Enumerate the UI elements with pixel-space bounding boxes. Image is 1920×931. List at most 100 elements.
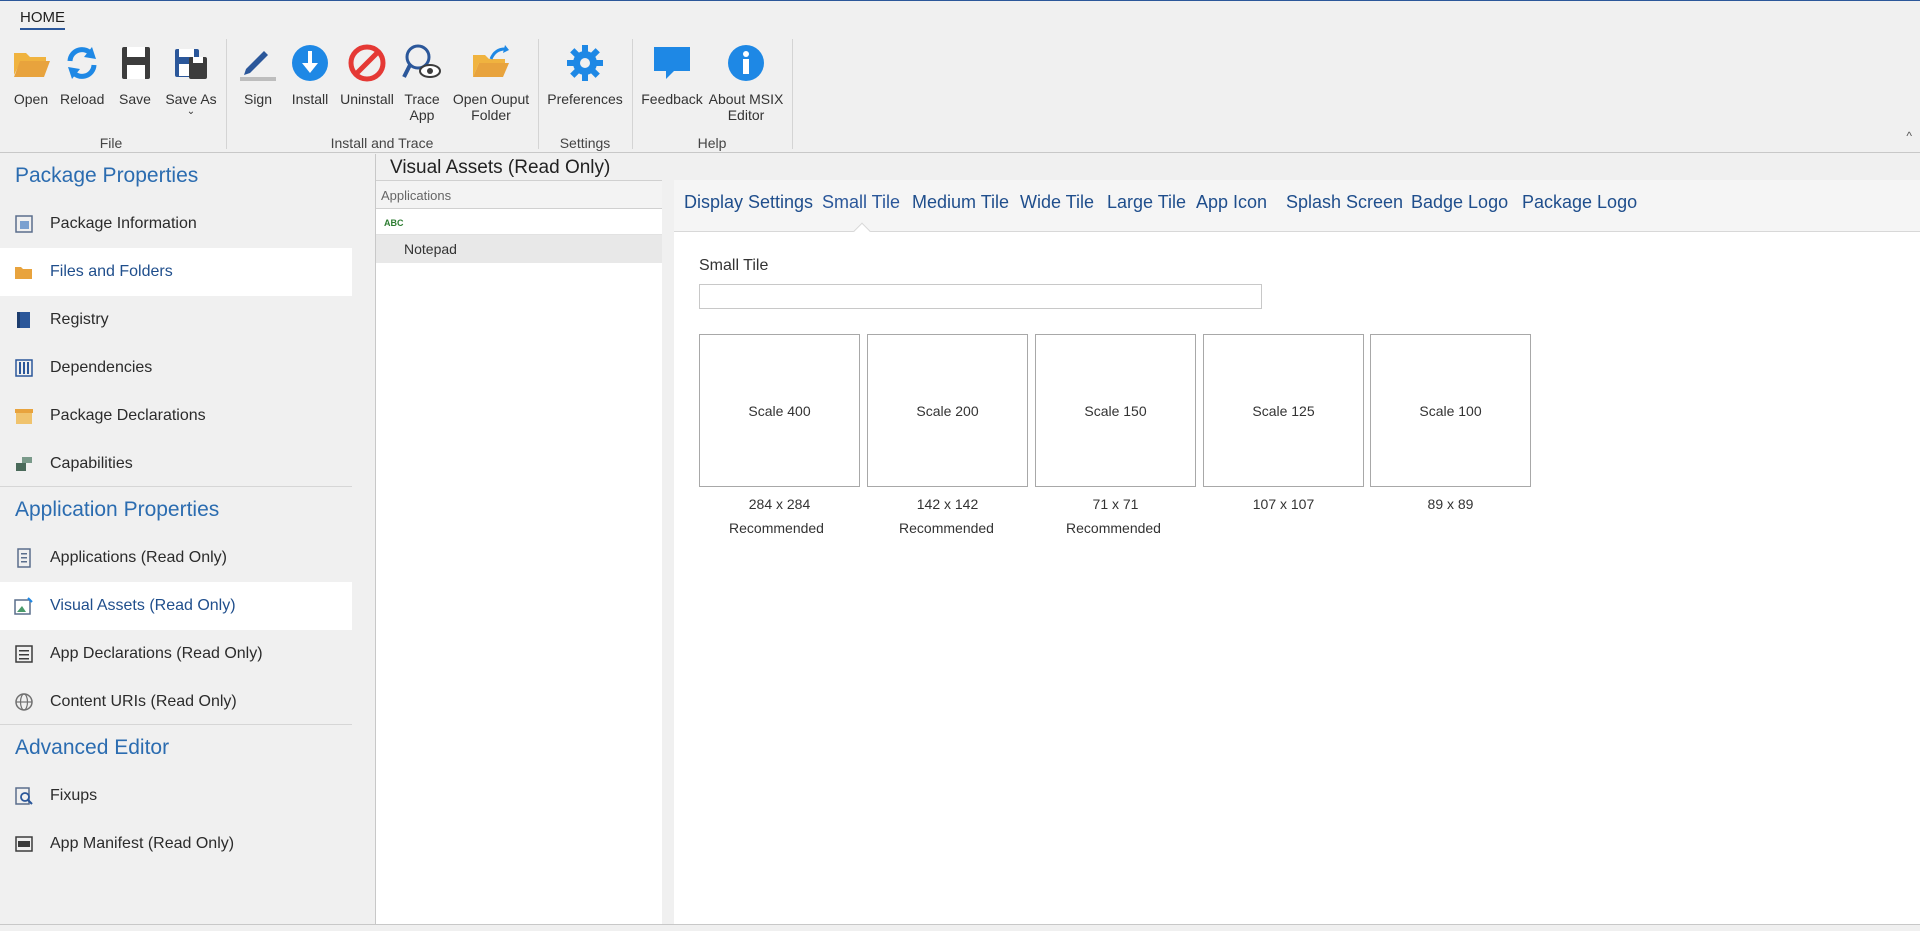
- globe-icon: [15, 693, 33, 711]
- trace-app-label-line2: App: [409, 107, 435, 123]
- section-package-properties: Package Properties: [15, 164, 199, 187]
- reload-icon: [67, 47, 97, 79]
- nav-label: Files and Folders: [50, 263, 173, 280]
- about-label-line2: Editor: [727, 107, 765, 123]
- small-tile-label: Small Tile: [699, 257, 769, 274]
- tile-scale-125[interactable]: Scale 125: [1203, 334, 1364, 487]
- ribbon: HOME Open Reload Save Save As ⌄ Sign Ins…: [0, 0, 1920, 153]
- small-tile-path-field[interactable]: [699, 284, 1262, 309]
- nav-label: App Declarations (Read Only): [50, 645, 263, 662]
- group-label-settings: Settings: [559, 135, 611, 151]
- collapse-ribbon-icon[interactable]: ^: [1906, 129, 1912, 143]
- tab-display-settings[interactable]: Display Settings: [684, 192, 813, 213]
- nav-files-and-folders[interactable]: Files and Folders: [0, 248, 352, 296]
- nav-dependencies[interactable]: Dependencies: [0, 344, 352, 392]
- folder-icon: [15, 267, 32, 279]
- package-info-icon: [15, 215, 33, 233]
- preferences-label: Preferences: [547, 91, 623, 107]
- about-button[interactable]: About MSIX Editor: [708, 43, 784, 123]
- chevron-down-icon[interactable]: ⌄: [164, 107, 218, 117]
- nav-label: Package Information: [50, 215, 197, 232]
- open-output-label-line1: Open Ouput: [452, 91, 530, 107]
- magnifier-eye-icon: [402, 44, 441, 78]
- tile-recommended-label: Recommended: [1066, 520, 1161, 536]
- fixups-icon: [15, 787, 33, 805]
- tab-package-logo[interactable]: Package Logo: [1522, 192, 1637, 213]
- tab-small-tile[interactable]: Small Tile: [822, 192, 900, 213]
- visual-assets-panel: Display Settings Small Tile Medium Tile …: [674, 180, 1920, 924]
- nav-label: Capabilities: [50, 455, 133, 472]
- tile-size-label: 89 x 89: [1427, 496, 1474, 512]
- image-icon: [14, 597, 33, 615]
- preferences-button[interactable]: Preferences: [546, 43, 624, 107]
- feedback-label: Feedback: [641, 91, 703, 107]
- nav-label: App Manifest (Read Only): [50, 835, 235, 852]
- tile-scale-150[interactable]: Scale 150: [1035, 334, 1196, 487]
- tab-splash-screen[interactable]: Splash Screen: [1286, 192, 1403, 213]
- nav-label: Fixups: [50, 787, 98, 804]
- tab-wide-tile[interactable]: Wide Tile: [1020, 192, 1094, 213]
- folder-open-icon: [14, 53, 50, 77]
- save-as-button[interactable]: Save As ⌄: [164, 43, 218, 117]
- sign-label: Sign: [243, 91, 273, 107]
- reload-button[interactable]: Reload: [60, 43, 104, 107]
- nav-divider: [0, 724, 352, 725]
- save-label: Save: [119, 91, 151, 107]
- nav-label: Package Declarations: [50, 407, 206, 424]
- applications-icon: [17, 548, 31, 568]
- main-content: Visual Assets (Read Only) Applications A…: [375, 154, 1920, 924]
- ribbon-separator: [792, 39, 793, 149]
- tile-scale-100[interactable]: Scale 100: [1370, 334, 1531, 487]
- feedback-button[interactable]: Feedback: [640, 43, 704, 107]
- install-button[interactable]: Install: [288, 43, 332, 107]
- page-title: Visual Assets (Read Only): [390, 157, 611, 178]
- pen-icon: [240, 51, 276, 81]
- install-label: Install: [291, 91, 329, 107]
- nav-app-declarations[interactable]: App Declarations (Read Only): [0, 630, 352, 678]
- open-button[interactable]: Open: [12, 43, 50, 107]
- nav-package-declarations[interactable]: Package Declarations: [0, 392, 352, 440]
- nav-label: Applications (Read Only): [50, 549, 227, 566]
- uninstall-button[interactable]: Uninstall: [340, 43, 394, 107]
- tile-recommended-label: Recommended: [729, 520, 824, 536]
- tab-app-icon[interactable]: App Icon: [1196, 192, 1267, 213]
- list-item-notepad[interactable]: Notepad: [376, 235, 662, 263]
- box-icon: [15, 409, 33, 424]
- tab-home[interactable]: HOME: [20, 9, 65, 30]
- group-label-help: Help: [697, 135, 727, 151]
- group-label-install-trace: Install and Trace: [330, 135, 434, 151]
- sign-button[interactable]: Sign: [236, 43, 280, 107]
- tile-size-label: 284 x 284: [748, 496, 811, 512]
- nav-visual-assets[interactable]: Visual Assets (Read Only): [0, 582, 352, 630]
- folder-export-icon: [473, 45, 509, 77]
- applications-panel: Applications ABC Notepad: [376, 180, 662, 924]
- nav-fixups[interactable]: Fixups: [0, 772, 352, 820]
- capabilities-icon: [16, 457, 32, 471]
- nav-label: Visual Assets (Read Only): [50, 597, 236, 614]
- tile-scale-200[interactable]: Scale 200: [867, 334, 1028, 487]
- tile-scale-400[interactable]: Scale 400: [699, 334, 860, 487]
- nav-applications[interactable]: Applications (Read Only): [0, 534, 352, 582]
- abc-icon-text: ABC: [384, 218, 404, 228]
- nav-label: Registry: [50, 311, 109, 328]
- asset-tabs: Display Settings Small Tile Medium Tile …: [674, 180, 1920, 240]
- tab-badge-logo[interactable]: Badge Logo: [1411, 192, 1508, 213]
- download-icon: [292, 45, 328, 81]
- no-entry-icon: [348, 44, 386, 82]
- section-advanced-editor: Advanced Editor: [15, 736, 170, 759]
- nav-app-manifest[interactable]: App Manifest (Read Only): [0, 820, 352, 868]
- nav-package-information[interactable]: Package Information: [0, 200, 352, 248]
- ribbon-separator: [632, 39, 633, 149]
- nav-content-uris[interactable]: Content URIs (Read Only): [0, 678, 352, 726]
- active-tab-indicator: [853, 222, 871, 240]
- trace-app-button[interactable]: Trace App: [402, 43, 442, 123]
- nav-capabilities[interactable]: Capabilities: [0, 440, 352, 488]
- info-icon: [728, 45, 764, 81]
- tab-large-tile[interactable]: Large Tile: [1107, 192, 1186, 213]
- open-label: Open: [13, 91, 49, 107]
- nav-registry[interactable]: Registry: [0, 296, 352, 344]
- save-button[interactable]: Save: [116, 43, 154, 107]
- applications-group-row[interactable]: ABC: [376, 209, 662, 235]
- tab-medium-tile[interactable]: Medium Tile: [912, 192, 1009, 213]
- open-output-folder-button[interactable]: Open Ouput Folder: [452, 43, 530, 123]
